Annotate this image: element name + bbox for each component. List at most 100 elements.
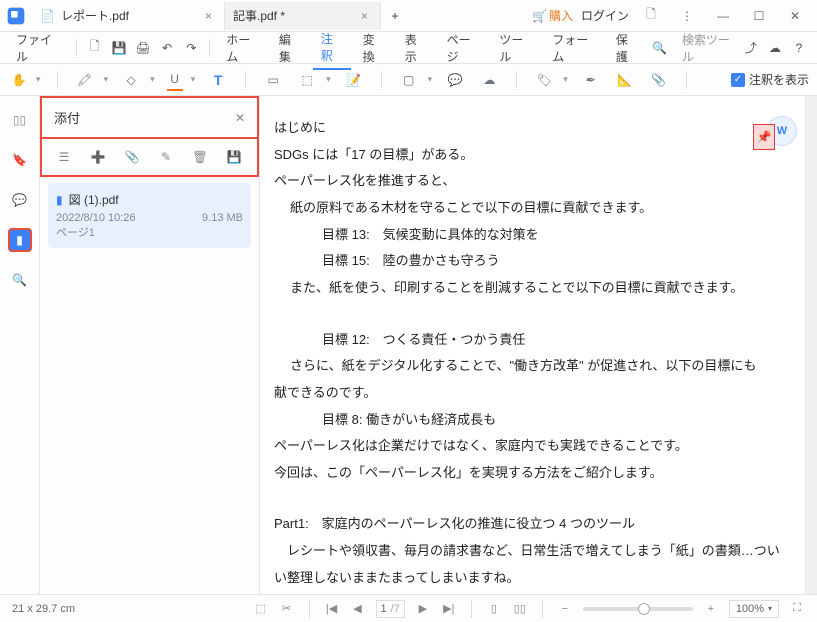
search-icon[interactable]: 🔍 — [650, 37, 670, 59]
add-attachment-icon[interactable]: ➕ — [88, 147, 108, 167]
attachment-panel-icon[interactable]: ▮ — [8, 228, 32, 252]
shape-icon[interactable]: ▢ — [398, 69, 420, 91]
menu-display[interactable]: 表示 — [397, 27, 435, 69]
tab-report[interactable]: 📄 レポート.pdf × — [32, 2, 225, 30]
attachment-item[interactable]: ▮ 図 (1).pdf 2022/8/10 10:26 9.13 MB ページ1 — [48, 183, 251, 248]
note-icon[interactable]: 📝 — [343, 69, 365, 91]
underline-icon[interactable]: U — [167, 69, 183, 91]
zoom-slider[interactable] — [583, 607, 693, 611]
doc-line: SDGs には「17 の目標」がある。 — [274, 143, 791, 168]
menu-form[interactable]: フォーム — [544, 27, 604, 69]
minimize-icon[interactable]: — — [709, 2, 737, 30]
first-page-icon[interactable]: |◀ — [324, 601, 340, 617]
page-input[interactable]: 1 /7 — [376, 600, 405, 618]
prev-page-icon[interactable]: ◀ — [350, 601, 366, 617]
cloud-icon[interactable]: ☁ — [765, 37, 785, 59]
maximize-icon[interactable]: ☐ — [745, 2, 773, 30]
thumbnails-icon[interactable]: ▯▯ — [8, 108, 32, 132]
doc-line: レシートや領収書、毎月の請求書など、日常生活で増えてしまう「紙」の書類…つい — [274, 539, 791, 564]
comment-icon[interactable]: 💬 — [444, 69, 466, 91]
comment-panel-icon[interactable]: 💬 — [8, 188, 32, 212]
fit-page-icon[interactable]: ⬚ — [253, 601, 269, 617]
menu-edit[interactable]: 編集 — [271, 27, 309, 69]
doc-line: 目標 15: 陸の豊かさも守ろう — [274, 249, 791, 274]
clip-icon[interactable]: 📎 — [122, 147, 142, 167]
doc-line: 献できるのです。 — [274, 381, 791, 406]
pdf-icon: ▮ — [56, 193, 63, 207]
next-page-icon[interactable]: ▶ — [415, 601, 431, 617]
search-tool-label[interactable]: 検索ツール — [682, 31, 737, 65]
highlight-icon[interactable]: 🖍 — [74, 69, 96, 91]
zoom-out-icon[interactable]: − — [557, 601, 573, 617]
doc-line: 今回は、この「ペーパーレス化」を実現する方法をご紹介します。 — [274, 461, 791, 486]
fullscreen-icon[interactable]: ⛶ — [789, 601, 805, 617]
doc-line: ペーパーレス化は企業だけではなく、家庭内でも実践できることです。 — [274, 434, 791, 459]
hand-icon[interactable]: ✋ — [8, 69, 30, 91]
doc-line: 目標 12: つくる責任・つかう責任 — [274, 328, 791, 353]
cloud-shape-icon[interactable]: ☁ — [478, 69, 500, 91]
new-tab-button[interactable]: + — [381, 2, 409, 30]
last-page-icon[interactable]: ▶| — [441, 601, 457, 617]
attachment-icon[interactable]: 📎 — [648, 69, 670, 91]
tab-close-icon[interactable]: × — [357, 9, 372, 23]
close-icon[interactable]: ✕ — [781, 2, 809, 30]
more-icon[interactable]: ⋮ — [673, 2, 701, 30]
signature-icon[interactable]: ✒ — [580, 69, 602, 91]
attachment-size: 9.13 MB — [202, 212, 243, 224]
tab-close-icon[interactable]: × — [201, 9, 216, 23]
edit-icon[interactable]: ✎ — [156, 147, 176, 167]
list-view-icon[interactable]: ☰ — [54, 147, 74, 167]
attachment-page: ページ1 — [56, 224, 243, 240]
document-view[interactable]: W 📌 はじめに SDGs には「17 の目標」がある。 ペーパーレス化を推進す… — [260, 96, 805, 594]
undo-icon[interactable]: ↶ — [157, 37, 177, 59]
eraser-icon[interactable]: ◇ — [120, 69, 142, 91]
save-as-icon[interactable]: 💾 — [224, 147, 244, 167]
login-button[interactable]: ログイン — [581, 7, 629, 24]
tab-article[interactable]: 記事.pdf * × — [225, 2, 381, 30]
menu-annotate[interactable]: 注釈 — [313, 26, 351, 70]
zoom-in-icon[interactable]: + — [703, 601, 719, 617]
help-icon[interactable]: ? — [789, 37, 809, 59]
share-icon[interactable]: ⤴ — [741, 37, 761, 59]
tab-label: レポート.pdf — [61, 7, 129, 24]
doc-line: 目標 8: 働きがいも経済成長も — [274, 408, 791, 433]
doc-line: たとえば、購読している新聞や雑誌などはデジタル版に切り替えることで紙を減らす — [274, 592, 791, 594]
menu-protect[interactable]: 保護 — [608, 27, 646, 69]
show-annotations-label: 注釈を表示 — [749, 71, 809, 88]
delete-icon[interactable]: 🗑 — [190, 147, 210, 167]
doc-line: はじめに — [274, 116, 791, 141]
doc-line: い整理しないままたまってしまいますね。 — [274, 566, 791, 591]
doc-line: Part1: 家庭内のペーパーレス化の推進に役立つ 4 つのツール — [274, 512, 791, 537]
search-panel-icon[interactable]: 🔍 — [8, 268, 32, 292]
menu-tool[interactable]: ツール — [491, 27, 540, 69]
panel-close-icon[interactable]: ✕ — [235, 111, 245, 125]
print-icon[interactable]: 🖨 — [133, 37, 153, 59]
redo-icon[interactable]: ↷ — [181, 37, 201, 59]
menu-page[interactable]: ページ — [439, 27, 488, 69]
callout-icon[interactable]: ⬚ — [296, 69, 318, 91]
menu-convert[interactable]: 変換 — [355, 27, 393, 69]
text-icon[interactable]: T — [207, 69, 229, 91]
single-page-icon[interactable]: ▯ — [486, 601, 502, 617]
notification-icon[interactable]: 🗋 — [637, 2, 665, 30]
annotation-toolbar: ✋▾ 🖍▾ ◇▾ U▾ T ▭ ⬚▾ 📝 ▢▾ 💬 ☁ 🏷▾ ✒ 📐 📎 ✓ 注… — [0, 64, 817, 96]
save-icon[interactable]: 💾 — [109, 37, 129, 59]
menu-file[interactable]: ファイル — [8, 27, 68, 69]
continuous-icon[interactable]: ▯▯ — [512, 601, 528, 617]
stamp-icon[interactable]: 🏷 — [533, 69, 555, 91]
menubar: ファイル 🗋 💾 🖨 ↶ ↷ ホーム 編集 注釈 変換 表示 ページ ツール フ… — [0, 32, 817, 64]
textbox-icon[interactable]: ▭ — [262, 69, 284, 91]
measure-icon[interactable]: 📐 — [614, 69, 636, 91]
show-annotations-checkbox[interactable]: ✓ — [731, 73, 745, 87]
pushpin-annotation[interactable]: 📌 — [753, 124, 775, 150]
tab-label: 記事.pdf * — [233, 7, 285, 24]
menu-home[interactable]: ホーム — [218, 27, 267, 69]
vertical-scrollbar[interactable] — [805, 96, 817, 594]
zoom-value[interactable]: 100%▾ — [729, 600, 779, 618]
open-icon[interactable]: 🗋 — [85, 37, 105, 59]
left-rail: ▯▯ 🔖 💬 ▮ 🔍 — [0, 96, 40, 594]
crop-icon[interactable]: ✂ — [279, 601, 295, 617]
doc-line: また、紙を使う、印刷することを削減することで以下の目標に貢献できます。 — [274, 276, 791, 301]
bookmark-icon[interactable]: 🔖 — [8, 148, 32, 172]
buy-button[interactable]: 🛒購入 — [532, 7, 573, 24]
